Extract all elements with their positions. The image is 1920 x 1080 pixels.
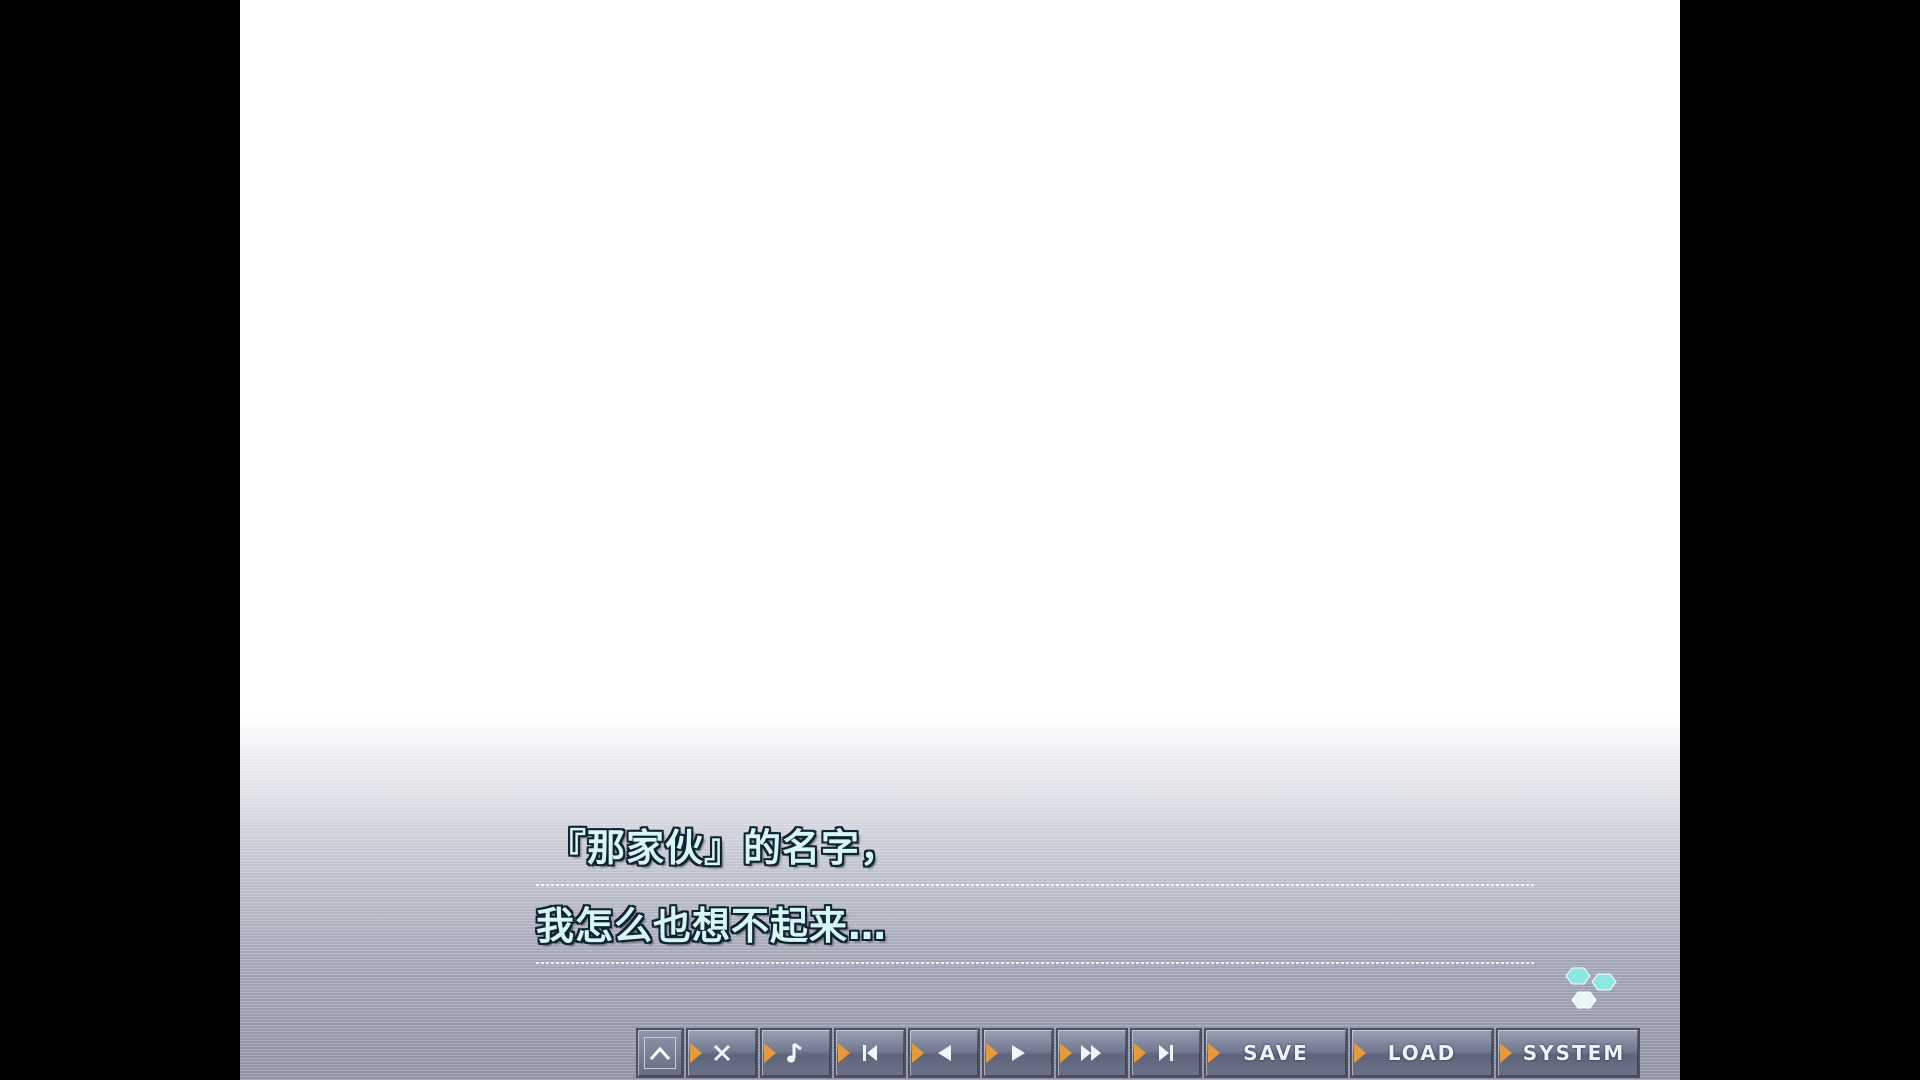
close-icon: [712, 1043, 732, 1063]
click-wait-icon: [1562, 966, 1624, 1018]
skip-to-start-button[interactable]: [834, 1028, 906, 1078]
music-note-icon: [786, 1041, 806, 1065]
arrow-marker-icon: [1208, 1043, 1220, 1063]
skip-forward-icon: [1156, 1043, 1176, 1063]
play-icon: [1008, 1043, 1028, 1063]
arrow-marker-icon: [838, 1043, 850, 1063]
step-back-icon: [934, 1043, 954, 1063]
arrow-marker-icon: [1500, 1043, 1512, 1063]
music-button[interactable]: [760, 1028, 832, 1078]
hide-window-button[interactable]: [636, 1028, 684, 1078]
text-underline: [536, 962, 1536, 964]
skip-back-icon: [860, 1043, 880, 1063]
arrow-marker-icon: [764, 1043, 776, 1063]
save-button-label: SAVE: [1243, 1041, 1309, 1065]
game-screen[interactable]: 『那家伙』的名字， 我怎么也想不起来… SAVE LOAD SYSTEM: [240, 0, 1680, 1080]
arrow-marker-icon: [1134, 1043, 1146, 1063]
dialogue-text-line-2: 我怎么也想不起来…: [536, 904, 888, 948]
arrow-marker-icon: [1354, 1043, 1366, 1063]
dialogue-line: 『那家伙』的名字，: [536, 808, 1536, 886]
system-button[interactable]: SYSTEM: [1496, 1028, 1640, 1078]
arrow-marker-icon: [912, 1043, 924, 1063]
fast-forward-icon: [1079, 1043, 1105, 1063]
skip-to-end-button[interactable]: [1130, 1028, 1202, 1078]
message-window[interactable]: 『那家伙』的名字， 我怎么也想不起来…: [536, 808, 1536, 964]
back-button[interactable]: [908, 1028, 980, 1078]
arrow-marker-icon: [986, 1043, 998, 1063]
system-button-label: SYSTEM: [1522, 1041, 1626, 1065]
load-button[interactable]: LOAD: [1350, 1028, 1494, 1078]
arrow-marker-icon: [1060, 1043, 1072, 1063]
play-button[interactable]: [982, 1028, 1054, 1078]
dialogue-text-line-1: 『那家伙』的名字，: [548, 826, 900, 870]
chevron-up-icon: [644, 1037, 676, 1069]
arrow-marker-icon: [690, 1043, 702, 1063]
menu-toolbar: SAVE LOAD SYSTEM: [636, 1028, 1642, 1080]
save-button[interactable]: SAVE: [1204, 1028, 1348, 1078]
dialogue-line: 我怎么也想不起来…: [536, 886, 1536, 964]
close-button[interactable]: [686, 1028, 758, 1078]
load-button-label: LOAD: [1387, 1041, 1457, 1065]
fast-forward-button[interactable]: [1056, 1028, 1128, 1078]
